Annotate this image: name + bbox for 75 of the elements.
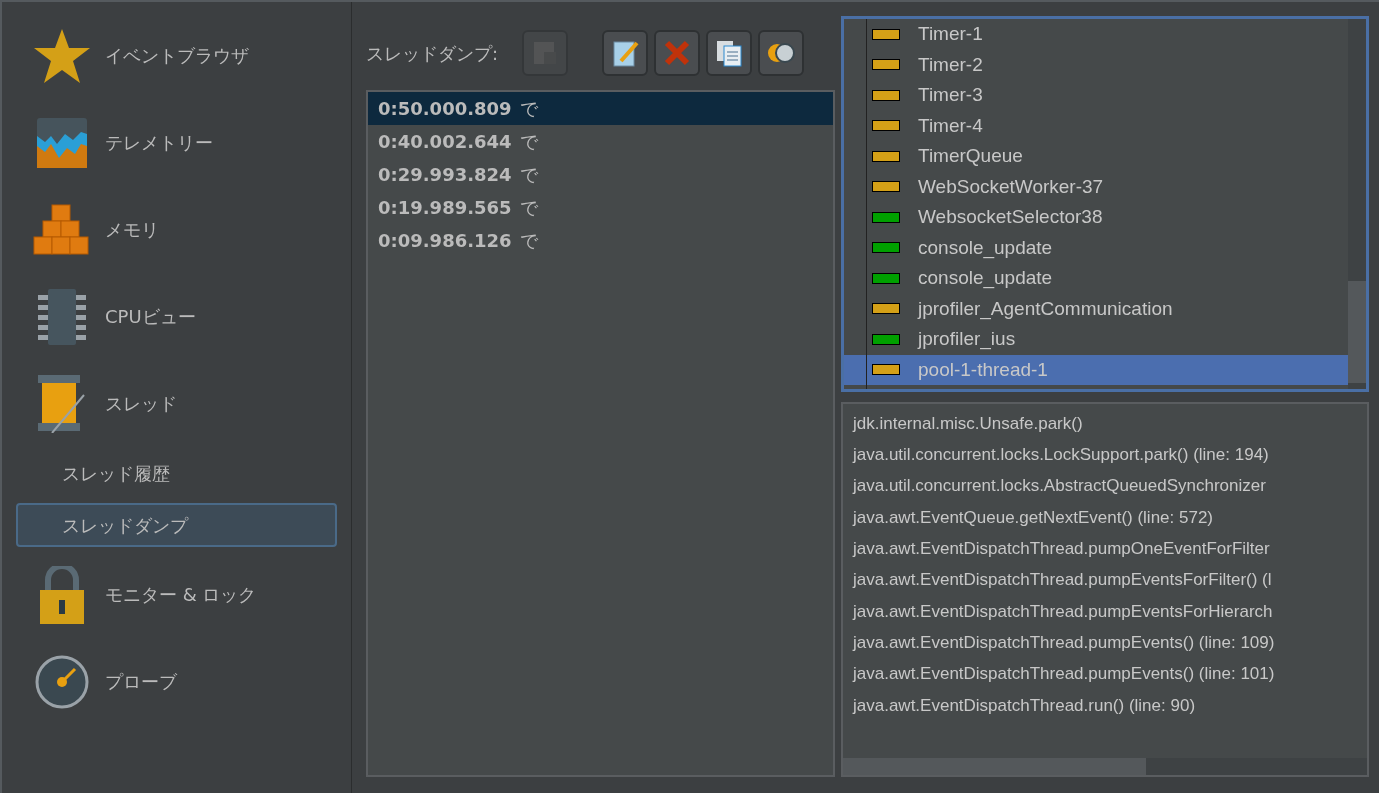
dump-row[interactable]: 0:09.986.126 で: [368, 224, 833, 257]
stack-frame: java.awt.EventDispatchThread.pumpOneEventForFilter: [853, 533, 1367, 565]
thread-row[interactable]: jprofiler_AgentCommunication: [844, 293, 1348, 324]
sidebar-item[interactable]: スレッド: [16, 360, 337, 447]
dump-time: 0:09.986.126: [378, 229, 512, 253]
toolbar-button[interactable]: [706, 30, 753, 76]
thread-name: jprofiler_ius: [918, 327, 1016, 352]
dump-suffix: で: [519, 196, 538, 220]
stack-frame: java.awt.EventDispatchThread.pumpEvents() (line: 109): [853, 627, 1367, 659]
thread-name: WebsocketSelector38: [918, 205, 1103, 229]
sidebar-item[interactable]: プローブ: [16, 638, 337, 725]
thread-row[interactable]: Timer-4: [844, 110, 1348, 141]
dump-row[interactable]: 0:40.002.644 で: [368, 125, 833, 158]
sidebar-item[interactable]: CPUビュー: [16, 273, 337, 360]
gauge-icon: [35, 654, 89, 709]
dump-row[interactable]: 0:50.000.809 で: [368, 92, 833, 125]
dump-suffix: で: [519, 229, 538, 253]
dump-suffix: で: [519, 130, 538, 154]
stack-frame: java.util.concurrent.locks.LockSupport.park() (line: 194): [853, 439, 1367, 471]
dump-suffix: で: [519, 97, 538, 121]
thread-name: Timer-1: [918, 22, 983, 46]
toolbar-button[interactable]: [602, 30, 649, 76]
thread-row[interactable]: console_update: [844, 263, 1348, 294]
toolbar-label: スレッドダンプ:: [366, 41, 499, 66]
sidebar-item[interactable]: メモリ: [16, 186, 337, 273]
thread-name: TimerQueue: [918, 144, 1023, 168]
thread-row[interactable]: pool-1-thread-1: [844, 354, 1348, 385]
thread-row[interactable]: Timer-2: [844, 49, 1348, 80]
spool-icon: [36, 374, 88, 433]
thread-row[interactable]: console_update: [844, 232, 1348, 263]
thread-row[interactable]: Timer-3: [844, 80, 1348, 111]
stack-frame: jdk.internal.misc.Unsafe.park(): [853, 408, 1367, 440]
stack-frame: java.awt.EventDispatchThread.pumpEvents() (line: 101): [853, 658, 1367, 690]
thread-name: Timer-3: [918, 83, 983, 107]
scrollbar[interactable]: [1348, 19, 1366, 389]
stack-frame: java.awt.EventDispatchThread.pumpEventsForHierarch: [853, 595, 1367, 628]
sidebar-item[interactable]: スレッド履歴: [16, 451, 337, 495]
thread-row[interactable]: WebsocketSelector38: [844, 202, 1348, 233]
star-icon: [33, 27, 91, 84]
dump-suffix: で: [519, 163, 538, 187]
compare-icon: [767, 42, 796, 64]
thread-name: console_update: [918, 266, 1053, 291]
dump-time: 0:50.000.809: [378, 97, 512, 121]
stack-frame: java.util.concurrent.locks.AbstractQueuedSynchronizer: [853, 470, 1367, 502]
stack-frame: java.awt.EventDispatchThread.run() (line: 90): [853, 689, 1367, 721]
lock-icon: [40, 565, 84, 624]
stack-frame: java.awt.EventDispatchThread.pumpEventsForFilter() (l: [853, 564, 1367, 596]
scrollbar[interactable]: [843, 758, 1367, 775]
thread-row[interactable]: WebSocketWorker-37: [844, 171, 1348, 202]
sidebar-item[interactable]: モニター & ロック: [16, 551, 337, 638]
notepad-pencil-icon: [611, 39, 640, 67]
chip-icon: [38, 288, 86, 345]
thread-name: console_update: [918, 235, 1053, 261]
blocks-icon: [33, 203, 91, 256]
dump-time: 0:19.989.565: [378, 196, 512, 220]
copy-icon: [715, 39, 744, 67]
sidebar-item[interactable]: スレッドダンプ: [16, 503, 337, 547]
thread-name: Timer-4: [918, 113, 983, 138]
thread-name: Timer-2: [918, 52, 983, 77]
chart-icon: [37, 117, 87, 168]
sidebar-item[interactable]: テレメトリー: [16, 99, 337, 186]
dump-row[interactable]: 0:29.993.824 で: [368, 158, 833, 191]
dump-row[interactable]: 0:19.989.565 で: [368, 191, 833, 224]
toolbar-button[interactable]: [758, 30, 805, 76]
thread-name: pool-1-thread-1: [918, 357, 1048, 382]
stack-frame: java.awt.EventQueue.getNextEvent() (line: 572): [853, 501, 1367, 534]
sidebar-item[interactable]: イベントブラウザ: [16, 12, 337, 99]
delete-icon: [664, 40, 691, 66]
thread-row[interactable]: Timer-1: [844, 19, 1348, 50]
thread-row[interactable]: jprofiler_ius: [844, 324, 1348, 355]
dump-time: 0:29.993.824: [378, 163, 512, 187]
thread-name: WebSocketWorker-37: [918, 174, 1104, 199]
dump-time: 0:40.002.644: [378, 130, 512, 154]
thread-row[interactable]: TimerQueue: [844, 141, 1348, 172]
thread-name: jprofiler_AgentCommunication: [918, 296, 1173, 322]
